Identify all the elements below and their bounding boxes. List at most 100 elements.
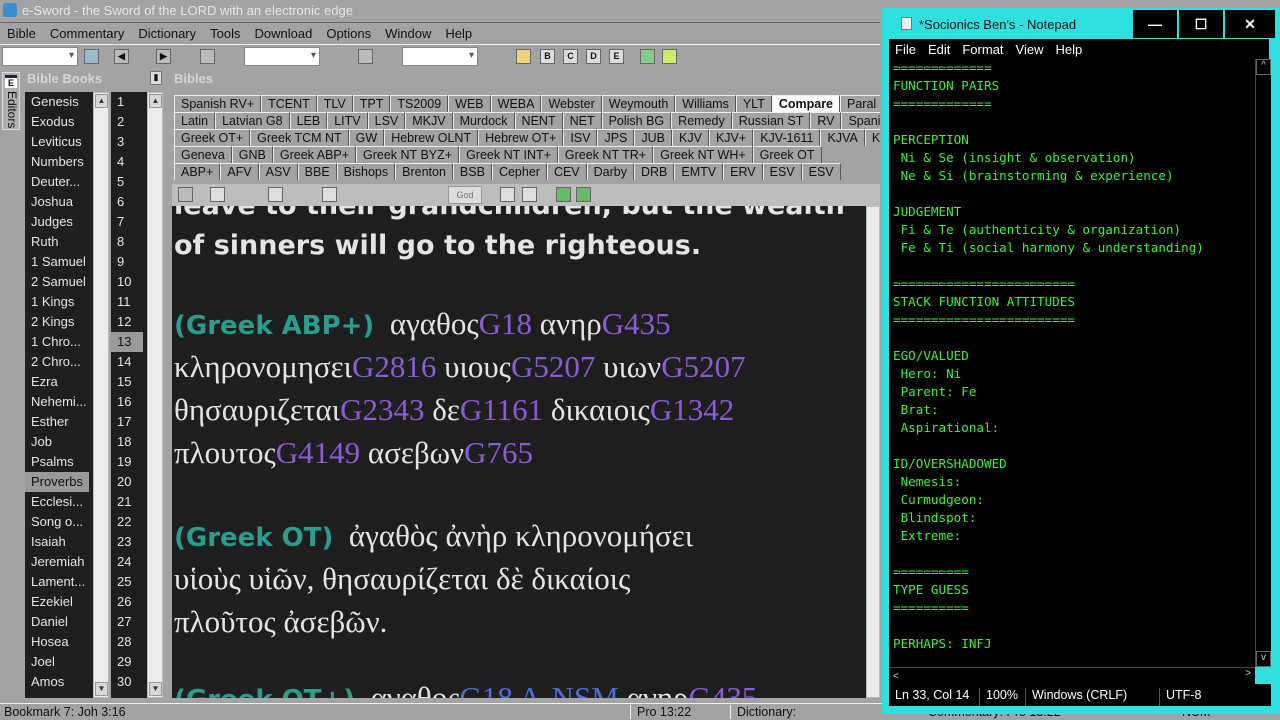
book-item[interactable]: Joel bbox=[25, 652, 93, 672]
tab-kjv-br[interactable]: KJV-BR bbox=[864, 129, 880, 146]
scroll-down-icon[interactable]: ▼ bbox=[95, 682, 108, 696]
book-item[interactable]: 1 Chro... bbox=[25, 332, 93, 352]
layout-icon[interactable] bbox=[516, 49, 531, 64]
tab-kjva[interactable]: KJVA bbox=[820, 129, 865, 146]
tab-ts2009[interactable]: TS2009 bbox=[390, 95, 449, 112]
menu-dictionary[interactable]: Dictionary bbox=[131, 23, 203, 43]
notepad-menu-view[interactable]: View bbox=[1010, 39, 1050, 59]
chapter-item[interactable]: 3 bbox=[111, 132, 147, 152]
chapter-item[interactable]: 7 bbox=[111, 212, 147, 232]
tab-spanish-rv-[interactable]: Spanish RV+ bbox=[174, 95, 262, 112]
notepad-menu-file[interactable]: File bbox=[889, 39, 922, 59]
minimize-button[interactable]: — bbox=[1133, 10, 1177, 38]
tab-esv[interactable]: ESV bbox=[762, 163, 802, 180]
tab-jps[interactable]: JPS bbox=[597, 129, 635, 146]
menu-help[interactable]: Help bbox=[438, 23, 479, 43]
chapter-item[interactable]: 13 bbox=[111, 332, 143, 352]
scroll-up-icon[interactable]: ^ bbox=[1256, 59, 1271, 75]
chapter-item[interactable]: 11 bbox=[111, 292, 147, 312]
chapter-item[interactable]: 15 bbox=[111, 372, 147, 392]
book-item[interactable]: 2 Kings bbox=[25, 312, 93, 332]
menu-download[interactable]: Download bbox=[248, 23, 320, 43]
chapter-item[interactable]: 8 bbox=[111, 232, 147, 252]
notepad-text-area[interactable]: ============= FUNCTION PAIRS ===========… bbox=[889, 59, 1255, 667]
tab-remedy[interactable]: Remedy bbox=[671, 112, 732, 129]
tab-isv[interactable]: ISV bbox=[563, 129, 598, 146]
book-item[interactable]: Song o... bbox=[25, 512, 93, 532]
tab-gnb[interactable]: GNB bbox=[231, 146, 273, 163]
back-icon[interactable]: ◀ bbox=[114, 49, 129, 64]
book-item[interactable]: Job bbox=[25, 432, 93, 452]
book-item[interactable]: Numbers bbox=[25, 152, 93, 172]
window-e-icon[interactable]: E bbox=[609, 49, 624, 64]
book-item[interactable]: 2 Chro... bbox=[25, 352, 93, 372]
strongs-number[interactable]: G5207 bbox=[511, 349, 595, 384]
maximize-button[interactable]: ☐ bbox=[1179, 10, 1223, 38]
scroll-down-icon[interactable]: ▼ bbox=[149, 682, 162, 696]
tab-greek-nt-wh-[interactable]: Greek NT WH+ bbox=[653, 146, 753, 163]
book-list-scrollbar[interactable]: ▲ ▼ bbox=[93, 92, 109, 698]
text-size-combo[interactable]: God bbox=[448, 186, 482, 204]
scroll-right-icon[interactable]: > bbox=[1245, 668, 1251, 679]
forward-icon[interactable]: ▶ bbox=[156, 49, 171, 64]
tab-bishops[interactable]: Bishops bbox=[336, 163, 396, 180]
book-item[interactable]: Esther bbox=[25, 412, 93, 432]
close-button[interactable]: ✕ bbox=[1225, 10, 1275, 38]
chapter-item[interactable]: 14 bbox=[111, 352, 147, 372]
tab-cev[interactable]: CEV bbox=[546, 163, 587, 180]
book-item[interactable]: Judges bbox=[25, 212, 93, 232]
copy-icon[interactable] bbox=[322, 187, 337, 202]
scroll-left-icon[interactable]: < bbox=[889, 671, 899, 682]
tab-greek-nt-tr-[interactable]: Greek NT TR+ bbox=[557, 146, 654, 163]
tab-hebrew-ot-[interactable]: Hebrew OT+ bbox=[478, 129, 564, 146]
tab-net[interactable]: NET bbox=[562, 112, 602, 129]
chapter-item[interactable]: 23 bbox=[111, 532, 147, 552]
chapter-list-scrollbar[interactable]: ▲ ▼ bbox=[147, 92, 163, 698]
tab-kjv[interactable]: KJV bbox=[672, 129, 709, 146]
scroll-up-icon[interactable]: ▲ bbox=[95, 94, 108, 108]
layout-icon[interactable] bbox=[522, 187, 537, 202]
tab-emtv[interactable]: EMTV bbox=[674, 163, 724, 180]
chapter-item[interactable]: 26 bbox=[111, 592, 147, 612]
book-item[interactable]: Isaiah bbox=[25, 532, 93, 552]
strongs-number[interactable]: G435 bbox=[602, 306, 671, 341]
tab-tcent[interactable]: TCENT bbox=[261, 95, 317, 112]
chapter-item[interactable]: 20 bbox=[111, 472, 147, 492]
book-item[interactable]: Hosea bbox=[25, 632, 93, 652]
strongs-number[interactable]: G435 bbox=[689, 680, 758, 698]
book-item[interactable]: Lament... bbox=[25, 572, 93, 592]
chapter-item[interactable]: 29 bbox=[111, 652, 147, 672]
chapter-item[interactable]: 22 bbox=[111, 512, 147, 532]
tab-latvian-g8[interactable]: Latvian G8 bbox=[215, 112, 290, 129]
book-item[interactable]: Deuter... bbox=[25, 172, 93, 192]
import-icon[interactable] bbox=[576, 187, 591, 202]
menu-window[interactable]: Window bbox=[378, 23, 438, 43]
tab-mkjv[interactable]: MKJV bbox=[405, 112, 453, 129]
tab-rv[interactable]: RV bbox=[810, 112, 842, 129]
strongs-number[interactable]: G5207 bbox=[661, 349, 745, 384]
tab-asv[interactable]: ASV bbox=[258, 163, 298, 180]
tab-geneva[interactable]: Geneva bbox=[174, 146, 232, 163]
export-icon[interactable] bbox=[556, 187, 571, 202]
tab-kjv-1611[interactable]: KJV-1611 bbox=[753, 129, 821, 146]
book-item[interactable]: Proverbs bbox=[25, 472, 89, 492]
tab-nent[interactable]: NENT bbox=[514, 112, 563, 129]
chapter-item[interactable]: 4 bbox=[111, 152, 147, 172]
strongs-number[interactable]: G4149 bbox=[276, 435, 360, 470]
book-item[interactable]: Psalms bbox=[25, 452, 93, 472]
version-label[interactable]: (Greek ABP+) bbox=[174, 311, 374, 341]
tab-greek-abp-[interactable]: Greek ABP+ bbox=[272, 146, 357, 163]
bible-text-view[interactable]: leave to their grandchildren, but the we… bbox=[172, 206, 866, 698]
chapter-item[interactable]: 17 bbox=[111, 412, 147, 432]
book-item[interactable]: Genesis bbox=[25, 92, 93, 112]
tab-webster[interactable]: Webster bbox=[541, 95, 602, 112]
window-b-icon[interactable]: B bbox=[540, 49, 555, 64]
notepad-menu-edit[interactable]: Edit bbox=[922, 39, 956, 59]
tab-ylt[interactable]: YLT bbox=[735, 95, 772, 112]
tab-spanish-r[interactable]: Spanish R bbox=[841, 112, 880, 129]
tab-greek-ot[interactable]: Greek OT bbox=[752, 146, 822, 163]
notepad-horizontal-scrollbar[interactable]: < > bbox=[889, 667, 1255, 684]
tab-erv[interactable]: ERV bbox=[723, 163, 763, 180]
highlight-combo[interactable] bbox=[402, 47, 478, 66]
tab-afv[interactable]: AFV bbox=[220, 163, 259, 180]
